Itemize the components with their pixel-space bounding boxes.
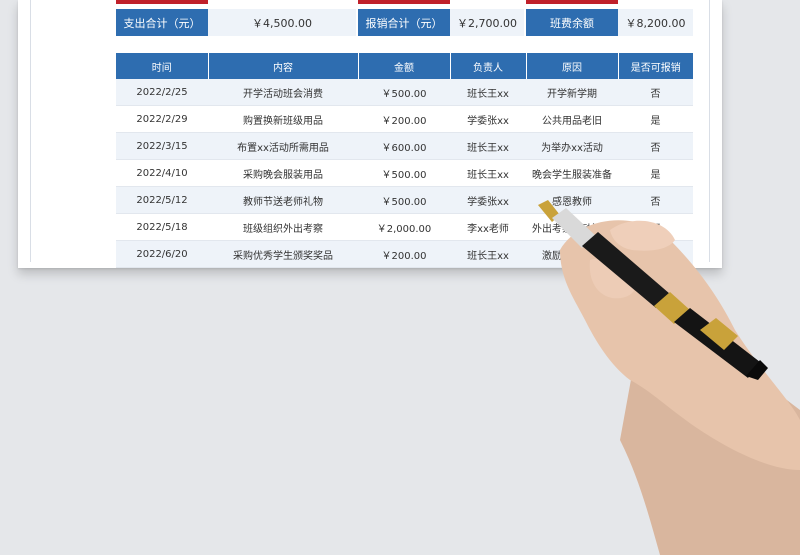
cell-content[interactable]: 购置换新班级用品 [208,105,358,133]
cell-reason[interactable]: 公共用品老旧 [526,105,618,133]
cell-person[interactable]: 学委张xx [450,105,526,133]
cell-reimbursable[interactable]: 是 [618,105,693,133]
table-row: 2022/5/18 班级组织外出考察 ￥2,000.00 李xx老师 外出考察活… [116,213,693,241]
cell-amount[interactable]: ￥200.00 [358,105,450,133]
table-row: 2022/3/15 布置xx活动所需用品 ￥600.00 班长王xx 为举办xx… [116,132,693,160]
cell-time[interactable]: 2022/3/15 [116,132,208,160]
reimburse-total-label: 报销合计（元） [358,9,450,36]
cell-amount[interactable]: ￥500.00 [358,159,450,187]
cell-reason[interactable]: 感恩教师 [526,186,618,214]
reimburse-total-value: ￥2,700.00 [450,9,524,36]
table-row: 2022/6/20 采购优秀学生颁奖奖品 ￥200.00 班长王xx 激励同学学… [116,240,693,268]
header-person: 负责人 [450,53,527,79]
cell-person[interactable]: 班长王xx [450,79,526,106]
cell-reason[interactable]: 开学新学期 [526,79,618,106]
header-reason: 原因 [526,53,619,79]
arm-shape [620,330,800,555]
cell-person[interactable]: 班长王xx [450,240,526,268]
accent-bar [116,0,208,4]
cell-amount[interactable]: ￥500.00 [358,79,450,106]
expense-total-value: ￥4,500.00 [208,9,356,36]
cell-amount[interactable]: ￥2,000.00 [358,213,450,241]
header-amount: 金额 [358,53,451,79]
cell-content[interactable]: 教师节送老师礼物 [208,186,358,214]
cell-reimbursable[interactable]: 是 [618,159,693,187]
cell-person[interactable]: 学委张xx [450,186,526,214]
cell-reason[interactable]: 晚会学生服装准备 [526,159,618,187]
expense-total-label: 支出合计（元） [116,9,208,36]
balance-label: 班费余额 [526,9,618,36]
cell-time[interactable]: 2022/4/10 [116,159,208,187]
cell-person[interactable]: 班长王xx [450,132,526,160]
cell-time[interactable]: 2022/5/18 [116,213,208,241]
cell-reason[interactable]: 为举办xx活动 [526,132,618,160]
cell-time[interactable]: 2022/2/29 [116,105,208,133]
cell-time[interactable]: 2022/5/12 [116,186,208,214]
table-row: 2022/4/10 采购晚会服装用品 ￥500.00 班长王xx 晚会学生服装准… [116,159,693,187]
cell-content[interactable]: 采购优秀学生颁奖奖品 [208,240,358,268]
cell-reason[interactable]: 外出考察活动消费 [526,213,618,241]
cell-reimbursable[interactable]: 否 [618,186,693,214]
cell-content[interactable]: 布置xx活动所需用品 [208,132,358,160]
cell-reimbursable[interactable]: 是 [618,240,693,268]
balance-value: ￥8,200.00 [618,9,693,36]
cell-person[interactable]: 李xx老师 [450,213,526,241]
table-row: 2022/5/12 教师节送老师礼物 ￥500.00 学委张xx 感恩教师 否 [116,186,693,214]
table-header-row: 时间 内容 金额 负责人 原因 是否可报销 [116,53,693,79]
cell-amount[interactable]: ￥500.00 [358,186,450,214]
cell-content[interactable]: 采购晚会服装用品 [208,159,358,187]
table-row: 2022/2/25 开学活动班会消费 ￥500.00 班长王xx 开学新学期 否 [116,79,693,106]
cell-content[interactable]: 班级组织外出考察 [208,213,358,241]
cell-content[interactable]: 开学活动班会消费 [208,79,358,106]
header-time: 时间 [116,53,209,79]
expense-table: 时间 内容 金额 负责人 原因 是否可报销 2022/2/25 开学活动班会消费… [116,53,693,268]
cell-amount[interactable]: ￥600.00 [358,132,450,160]
cell-amount[interactable]: ￥200.00 [358,240,450,268]
header-content: 内容 [208,53,359,79]
accent-bar [526,0,618,4]
cell-reimbursable[interactable]: 否 [618,213,693,241]
header-reimbursable: 是否可报销 [618,53,693,79]
cell-time[interactable]: 2022/6/20 [116,240,208,268]
cell-person[interactable]: 班长王xx [450,159,526,187]
accent-bar [358,0,450,4]
table-row: 2022/2/29 购置换新班级用品 ￥200.00 学委张xx 公共用品老旧 … [116,105,693,133]
cell-time[interactable]: 2022/2/25 [116,79,208,106]
cell-reimbursable[interactable]: 否 [618,132,693,160]
cell-reimbursable[interactable]: 否 [618,79,693,106]
cell-reason[interactable]: 激励同学学习 [526,240,618,268]
